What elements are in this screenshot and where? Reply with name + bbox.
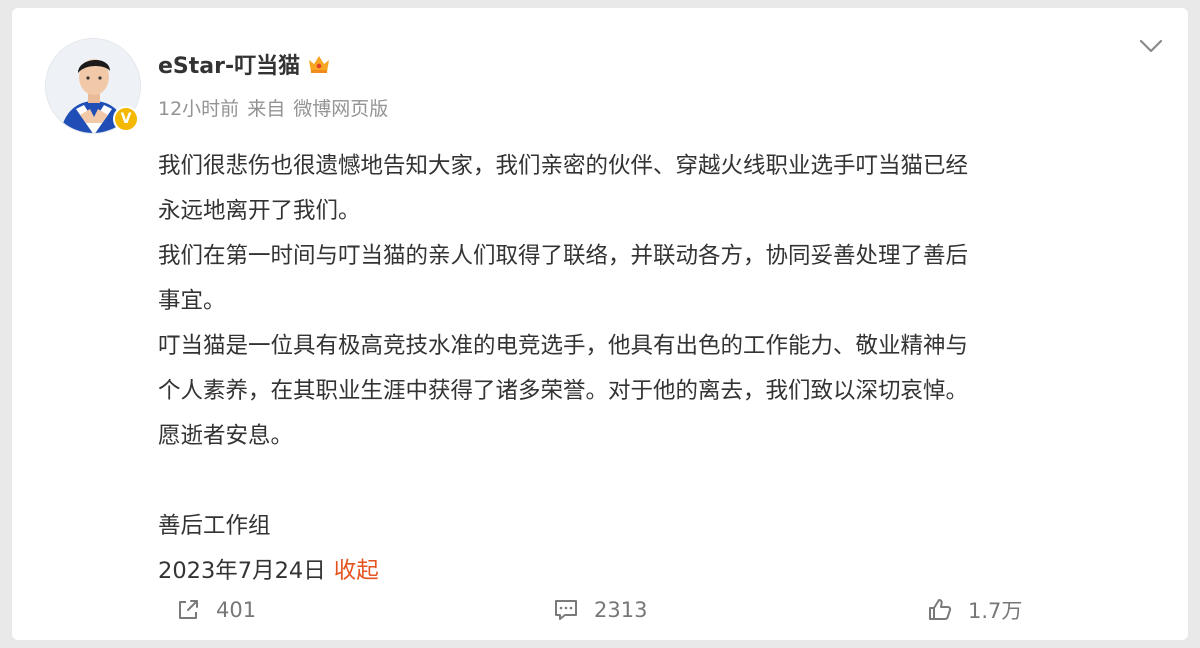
chevron-down-icon[interactable] (1138, 36, 1164, 56)
share-button[interactable]: 401 (174, 588, 256, 632)
author-name-row[interactable]: eStar-叮当猫 (158, 48, 332, 80)
verified-v-icon: V (113, 106, 139, 132)
post-date: 2023年7月24日 (158, 558, 326, 584)
share-count: 401 (216, 598, 257, 622)
content-line: 永远地离开了我们。 (158, 198, 361, 224)
like-icon (929, 599, 952, 620)
comment-count: 2313 (594, 598, 648, 622)
post-meta: 12小时前 来自 微博网页版 (158, 94, 388, 121)
author-name[interactable]: eStar-叮当猫 (158, 48, 300, 80)
signature: 善后工作组 (158, 513, 271, 539)
crown-icon (306, 52, 332, 76)
content-line: 个人素养，在其职业生涯中获得了诸多荣誉。对于他的离去，我们致以深切哀悼。 (158, 378, 969, 404)
collapse-link[interactable]: 收起 (334, 558, 379, 584)
content-line: 我们在第一时间与叮当猫的亲人们取得了联络，并联动各方，协同妥善处理了善后 (158, 243, 969, 269)
comment-button[interactable]: 2313 (552, 588, 647, 632)
content-line: 事宜。 (158, 288, 226, 314)
content-line: 愿逝者安息。 (158, 423, 294, 449)
content-line: 我们很悲伤也很遗憾地告知大家，我们亲密的伙伴、穿越火线职业选手叮当猫已经 (158, 153, 969, 179)
weibo-post-card: V eStar-叮当猫 12小时前 来自 微博网页版 我们很悲伤也很遗憾地告知大家，… (12, 8, 1188, 640)
content-line: 叮当猫是一位具有极高竞技水准的电竞选手，他具有出色的工作能力、敬业精神与 (158, 333, 969, 359)
action-bar: 401 2313 1.7万 (12, 588, 1188, 632)
comment-icon (555, 600, 577, 620)
like-button[interactable]: 1.7万 (926, 588, 1022, 632)
post-source: 微博网页版 (293, 98, 389, 120)
avatar-container[interactable]: V (45, 38, 141, 134)
post-time[interactable]: 12小时前 (158, 98, 239, 120)
share-icon (179, 600, 198, 619)
post-content: 我们很悲伤也很遗憾地告知大家，我们亲密的伙伴、穿越火线职业选手叮当猫已经 永远地… (158, 144, 1168, 594)
source-prefix: 来自 (247, 98, 286, 120)
like-count: 1.7万 (968, 599, 1023, 623)
